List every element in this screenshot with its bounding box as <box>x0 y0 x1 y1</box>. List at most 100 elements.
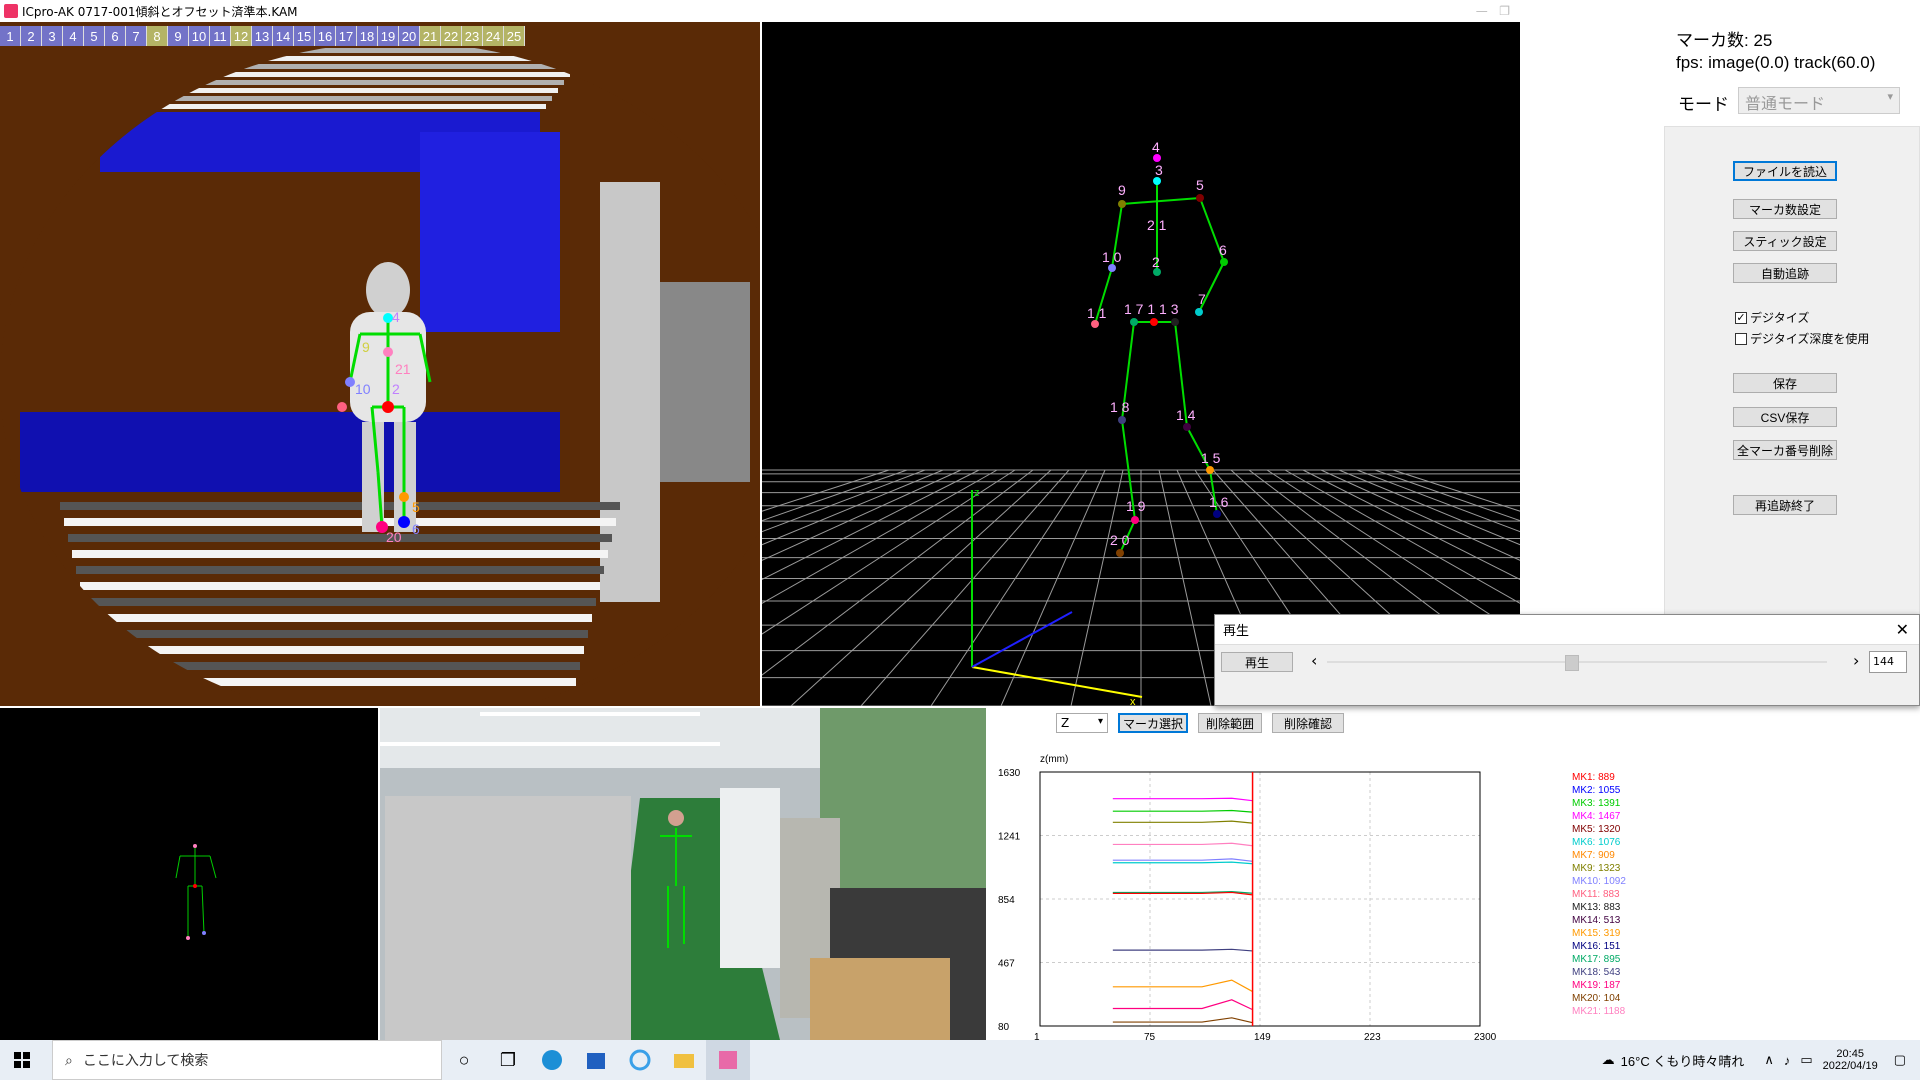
weather-text[interactable]: 16°C くもり時々晴れ <box>1621 1051 1745 1070</box>
fps-readout: fps: image(0.0) track(60.0) <box>1676 53 1876 72</box>
icpro-app-icon[interactable] <box>706 1040 750 1080</box>
marker-chip[interactable]: 23 <box>462 26 483 46</box>
tray-chevron-icon[interactable]: ∧ <box>1764 1052 1774 1068</box>
clock-time: 20:45 <box>1836 1048 1864 1060</box>
legend-entry: MK4: 1467 <box>1572 811 1621 822</box>
marker-chip[interactable]: 25 <box>504 26 525 46</box>
marker-chip[interactable]: 17 <box>336 26 357 46</box>
clock[interactable]: 20:45 2022/04/19 <box>1823 1048 1878 1072</box>
legend-entry: MK17: 895 <box>1572 954 1621 965</box>
csv-save-button[interactable]: CSV保存 <box>1733 407 1837 427</box>
marker-chip[interactable]: 24 <box>483 26 504 46</box>
3d-label: 4 <box>1152 139 1160 155</box>
marker-chip[interactable]: 3 <box>42 26 63 46</box>
edge-icon[interactable] <box>530 1040 574 1080</box>
speaker-icon[interactable]: ♪ <box>1784 1053 1791 1068</box>
delete-range-button[interactable]: 削除範囲 <box>1198 713 1262 733</box>
marker-chip[interactable]: 8 <box>147 26 168 46</box>
load-file-button[interactable]: ファイルを読込 <box>1733 161 1837 181</box>
marker-chip[interactable]: 22 <box>441 26 462 46</box>
marker-chip[interactable]: 15 <box>294 26 315 46</box>
window-controls[interactable]: — ❐ <box>1476 4 1510 18</box>
marker-chip[interactable]: 18 <box>357 26 378 46</box>
digitize-label: デジタイズ <box>1750 311 1810 325</box>
3d-view[interactable]: z x 4 3 5 9 2 1 1 0 2 6 1 1 1 7 1 1 3 7 … <box>762 22 1520 706</box>
notification-icon[interactable]: ▢ <box>1894 1052 1906 1068</box>
marker-chip[interactable]: 12 <box>231 26 252 46</box>
marker-chip[interactable]: 20 <box>399 26 420 46</box>
marker-chip[interactable]: 5 <box>84 26 105 46</box>
slider-right-arrow[interactable]: › <box>1853 651 1859 670</box>
legend-entry: MK13: 883 <box>1572 902 1621 913</box>
marker-chip[interactable]: 2 <box>21 26 42 46</box>
taskbar: ⌕ ここに入力して検索 ○ ❐ ☁ 16°C くもり時々晴れ ∧ ♪ ▭ 20:… <box>0 1040 1920 1080</box>
mode-select[interactable]: 普通モード ▾ <box>1738 87 1900 114</box>
file-explorer-icon[interactable] <box>662 1040 706 1080</box>
clock-date: 2022/04/19 <box>1822 1060 1878 1072</box>
x-tick-label: 2300 <box>1474 1032 1497 1040</box>
delete-confirm-button[interactable]: 削除確認 <box>1272 713 1344 733</box>
depth-view-canvas: 4 9 21 10 2 5 6 20 <box>0 42 760 706</box>
play-button[interactable]: 再生 <box>1221 652 1293 672</box>
marker-count-setting-button[interactable]: マーカ数設定 <box>1733 199 1837 219</box>
save-button[interactable]: 保存 <box>1733 373 1837 393</box>
marker-chip[interactable]: 13 <box>252 26 273 46</box>
3d-label: 1 7 1 1 3 <box>1124 301 1179 317</box>
3d-label: 1 5 <box>1201 450 1221 466</box>
marker-chip[interactable]: 6 <box>105 26 126 46</box>
3d-label: 3 <box>1155 162 1163 178</box>
marker-chip[interactable]: 10 <box>189 26 210 46</box>
depth-view[interactable]: 4 9 21 10 2 5 6 20 <box>0 22 760 706</box>
store-icon[interactable] <box>574 1040 618 1080</box>
camera-view[interactable] <box>380 708 986 1040</box>
network-icon[interactable]: ▭ <box>1800 1052 1812 1068</box>
windows-start-icon[interactable] <box>0 1040 44 1080</box>
use-digitize-depth-checkbox[interactable]: デジタイズ深度を使用 <box>1735 330 1869 347</box>
3d-label: 9 <box>1118 182 1126 198</box>
delete-all-marker-numbers-button[interactable]: 全マーカ番号削除 <box>1733 440 1837 460</box>
weather-icon[interactable]: ☁ <box>1602 1052 1615 1068</box>
legend-entry: MK14: 513 <box>1572 915 1621 926</box>
task-view-icon[interactable]: ❐ <box>486 1040 530 1080</box>
slider-left-arrow[interactable]: ‹ <box>1311 651 1317 670</box>
ie-icon[interactable] <box>618 1040 662 1080</box>
3d-label: 1 1 <box>1087 305 1107 321</box>
marker-chip[interactable]: 11 <box>210 26 231 46</box>
marker-chip[interactable]: 21 <box>420 26 441 46</box>
retrack-end-button[interactable]: 再追跡終了 <box>1733 495 1837 515</box>
legend-entry: MK16: 151 <box>1572 941 1621 952</box>
marker-chip[interactable]: 4 <box>63 26 84 46</box>
digitize-checkbox[interactable]: ✓ デジタイズ <box>1735 309 1809 326</box>
marker-chip[interactable]: 1 <box>0 26 21 46</box>
z-trajectory-chart[interactable]: z(mm) 1630 1241 854 467 80 1 75 149 223 2300 MK1: 8… <box>988 740 1648 1043</box>
3d-label: 2 1 <box>1147 217 1167 233</box>
marker-chip[interactable]: 9 <box>168 26 189 46</box>
graph-toolbar: Z ▾ マーカ選択 削除範囲 削除確認 <box>1056 712 1344 734</box>
axis-x-label: x <box>1130 696 1136 706</box>
depth-label: 9 <box>362 339 370 355</box>
window-title: ICpro-AK 0717-001傾斜とオフセット済準本.KAM <box>22 4 298 19</box>
legend-entry: MK20: 104 <box>1572 993 1621 1004</box>
marker-select-button[interactable]: マーカ選択 <box>1118 713 1188 733</box>
frame-number-field[interactable]: 144 <box>1869 651 1907 673</box>
auto-track-button[interactable]: 自動追跡 <box>1733 263 1837 283</box>
axis-select[interactable]: Z ▾ <box>1056 713 1108 733</box>
legend-entry: MK18: 543 <box>1572 967 1621 978</box>
3d-label: 1 9 <box>1126 498 1146 514</box>
stick-setting-button[interactable]: スティック設定 <box>1733 231 1837 251</box>
close-icon[interactable]: ✕ <box>1896 620 1909 639</box>
marker-chip[interactable]: 19 <box>378 26 399 46</box>
mini-skeleton-view[interactable] <box>0 708 378 1040</box>
marker-chip[interactable]: 14 <box>273 26 294 46</box>
marker-chip[interactable]: 16 <box>315 26 336 46</box>
marker-chip[interactable]: 7 <box>126 26 147 46</box>
chart-background <box>988 740 1648 1040</box>
masked-region <box>385 796 631 1040</box>
search-box[interactable]: ⌕ ここに入力して検索 <box>52 1040 442 1080</box>
frame-slider-thumb[interactable] <box>1565 655 1579 671</box>
button-group: ファイルを読込 マーカ数設定 スティック設定 自動追跡 ✓ デジタイズ デジタイ… <box>1664 126 1920 621</box>
legend-entry: MK21: 1188 <box>1572 1006 1626 1017</box>
3d-label: 6 <box>1219 242 1227 258</box>
cortana-icon[interactable]: ○ <box>442 1040 486 1080</box>
legend-entry: MK6: 1076 <box>1572 837 1621 848</box>
